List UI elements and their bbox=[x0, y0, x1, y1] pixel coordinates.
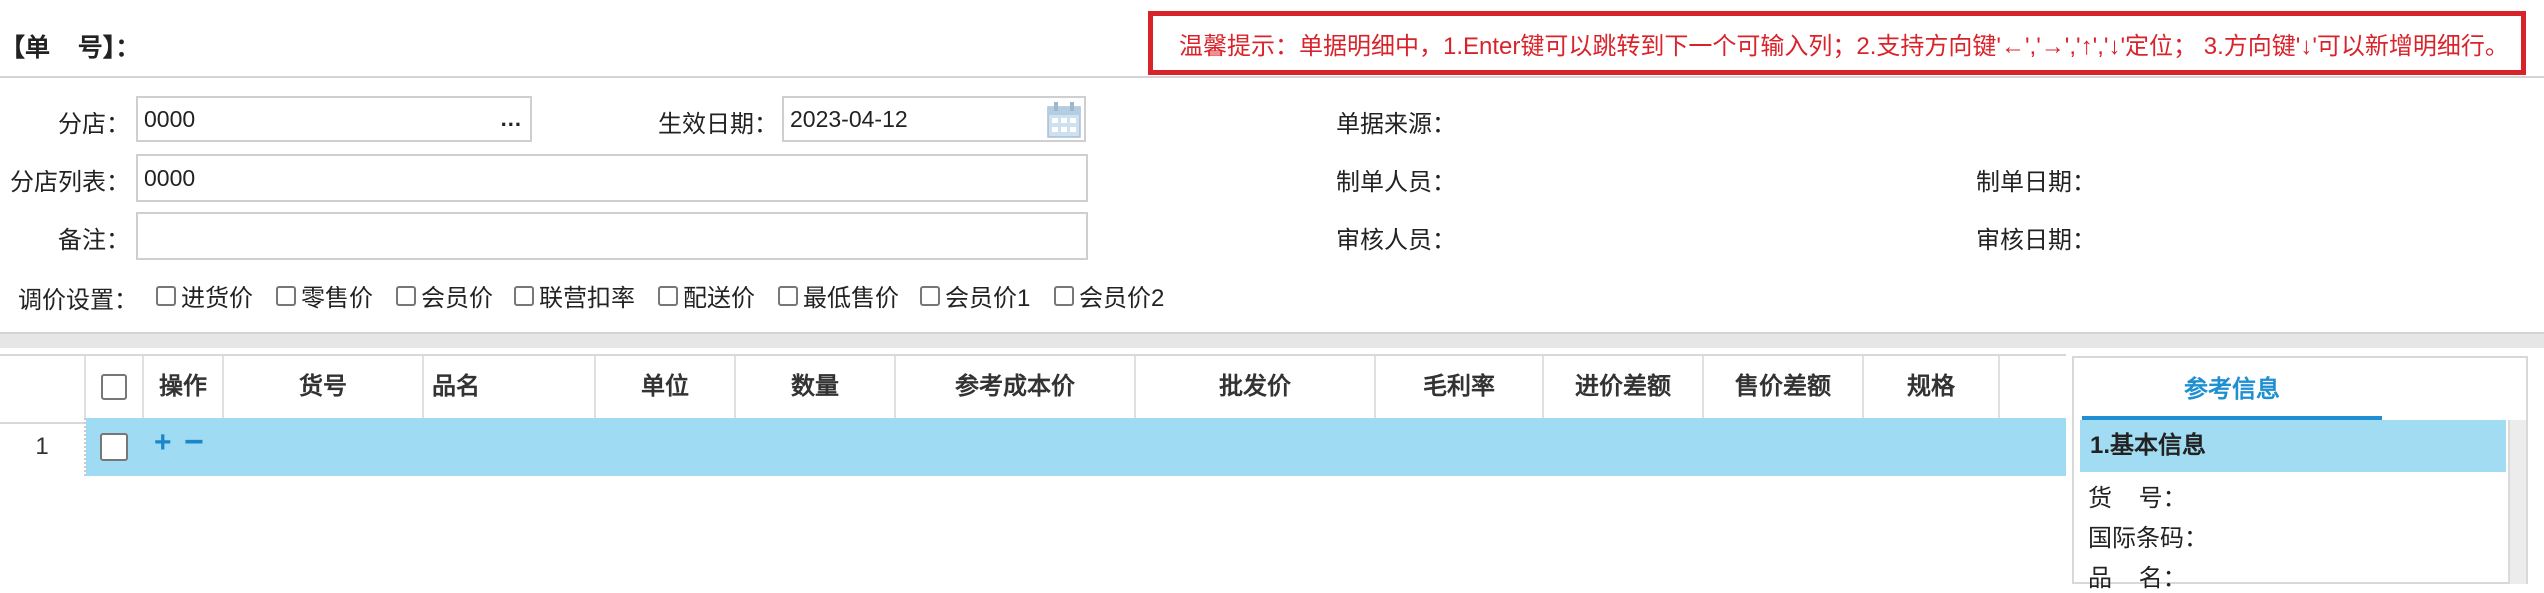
doc-number-label: 【单 号】： bbox=[0, 34, 141, 62]
create-date-label: 制单日期： bbox=[1976, 169, 2096, 196]
calendar-icon[interactable] bbox=[1046, 101, 1082, 139]
price-option-joint-discount[interactable]: 联营扣率 bbox=[514, 278, 635, 313]
price-option-distribution[interactable]: 配送价 bbox=[658, 278, 755, 313]
header-divider bbox=[0, 76, 2544, 78]
branch-picker-button[interactable]: ... bbox=[501, 106, 522, 132]
branch-list-value: 0000 bbox=[144, 164, 196, 191]
branch-label: 分店： bbox=[58, 111, 130, 138]
col-header-unit[interactable]: 单位 bbox=[596, 356, 736, 418]
checkbox[interactable] bbox=[920, 285, 940, 306]
option-label: 会员价1 bbox=[945, 285, 1031, 312]
basic-info-section-title[interactable]: 1.基本信息 bbox=[2080, 420, 2506, 472]
col-header-item-name[interactable]: 品名 bbox=[424, 356, 596, 418]
add-row-button[interactable]: + bbox=[154, 426, 172, 460]
col-header-spec[interactable]: 规格 bbox=[1864, 356, 2000, 418]
remove-row-button[interactable]: − bbox=[184, 423, 204, 462]
row-checkbox[interactable] bbox=[100, 433, 128, 461]
source-label: 单据来源： bbox=[1336, 111, 1456, 138]
checkbox[interactable] bbox=[276, 285, 296, 306]
price-option-retail[interactable]: 零售价 bbox=[276, 278, 373, 313]
tab-reference-info[interactable]: 参考信息 bbox=[2082, 368, 2382, 420]
branch-list-label: 分店列表： bbox=[10, 169, 130, 196]
checkbox[interactable] bbox=[156, 285, 176, 306]
price-option-member1[interactable]: 会员价1 bbox=[920, 278, 1030, 313]
option-label: 零售价 bbox=[301, 285, 373, 312]
row-number: 1 bbox=[0, 418, 86, 476]
option-label: 配送价 bbox=[683, 285, 755, 312]
col-header-sale-diff[interactable]: 售价差额 bbox=[1704, 356, 1864, 418]
col-header-ref-cost[interactable]: 参考成本价 bbox=[896, 356, 1136, 418]
effective-date-field[interactable]: 2023-04-12 bbox=[782, 96, 1086, 142]
panel-scrollbar[interactable] bbox=[2508, 420, 2526, 584]
select-all-checkbox[interactable] bbox=[101, 374, 127, 400]
price-option-min-sale[interactable]: 最低售价 bbox=[778, 278, 899, 313]
table-row[interactable]: + − bbox=[86, 418, 2066, 476]
option-label: 进货价 bbox=[181, 285, 253, 312]
select-all-header[interactable] bbox=[86, 356, 144, 418]
price-option-purchase[interactable]: 进货价 bbox=[156, 278, 253, 313]
effective-date-value: 2023-04-12 bbox=[790, 105, 908, 132]
remark-field[interactable] bbox=[136, 212, 1088, 260]
col-header-item-no[interactable]: 货号 bbox=[224, 356, 424, 418]
field-barcode-label: 国际条码： bbox=[2088, 525, 2208, 552]
grid-header: 操作 货号 品名 单位 数量 参考成本价 批发价 毛利率 进价差额 售价差额 规… bbox=[0, 354, 2066, 424]
col-header-quantity[interactable]: 数量 bbox=[736, 356, 896, 418]
checkbox[interactable] bbox=[1054, 285, 1074, 306]
option-label: 联营扣率 bbox=[539, 285, 635, 312]
tip-text: 温馨提示：单据明细中，1.Enter键可以跳转到下一个可输入列；2.支持方向键'… bbox=[1179, 32, 2509, 60]
option-label: 会员价2 bbox=[1079, 285, 1165, 312]
review-date-label: 审核日期： bbox=[1976, 227, 2096, 254]
branch-list-field[interactable]: 0000 bbox=[136, 154, 1088, 202]
reviewer-label: 审核人员： bbox=[1336, 227, 1456, 254]
col-header-operation[interactable]: 操作 bbox=[144, 356, 224, 418]
price-option-member[interactable]: 会员价 bbox=[396, 278, 493, 313]
remark-label: 备注： bbox=[58, 227, 130, 254]
checkbox[interactable] bbox=[778, 285, 798, 306]
section-separator bbox=[0, 332, 2544, 348]
price-option-member2[interactable]: 会员价2 bbox=[1054, 278, 1164, 313]
col-header-wholesale[interactable]: 批发价 bbox=[1136, 356, 1376, 418]
checkbox[interactable] bbox=[396, 285, 416, 306]
option-label: 会员价 bbox=[421, 285, 493, 312]
checkbox[interactable] bbox=[514, 285, 534, 306]
field-item-no-label: 货 号： bbox=[2088, 485, 2187, 512]
option-label: 最低售价 bbox=[803, 285, 899, 312]
branch-field[interactable]: 0000 ... bbox=[136, 96, 532, 142]
effective-date-label: 生效日期： bbox=[658, 111, 778, 138]
creator-label: 制单人员： bbox=[1336, 169, 1456, 196]
row-number-header bbox=[0, 356, 86, 418]
col-header-gross-margin[interactable]: 毛利率 bbox=[1376, 356, 1544, 418]
branch-value: 0000 bbox=[144, 105, 196, 132]
checkbox[interactable] bbox=[658, 285, 678, 306]
tip-banner: 温馨提示：单据明细中，1.Enter键可以跳转到下一个可输入列；2.支持方向键'… bbox=[1148, 11, 2526, 75]
field-item-name-label: 品 名： bbox=[2088, 565, 2187, 592]
price-settings-label: 调价设置： bbox=[18, 287, 138, 314]
col-header-filler bbox=[2000, 356, 2066, 418]
col-header-purchase-diff[interactable]: 进价差额 bbox=[1544, 356, 1704, 418]
